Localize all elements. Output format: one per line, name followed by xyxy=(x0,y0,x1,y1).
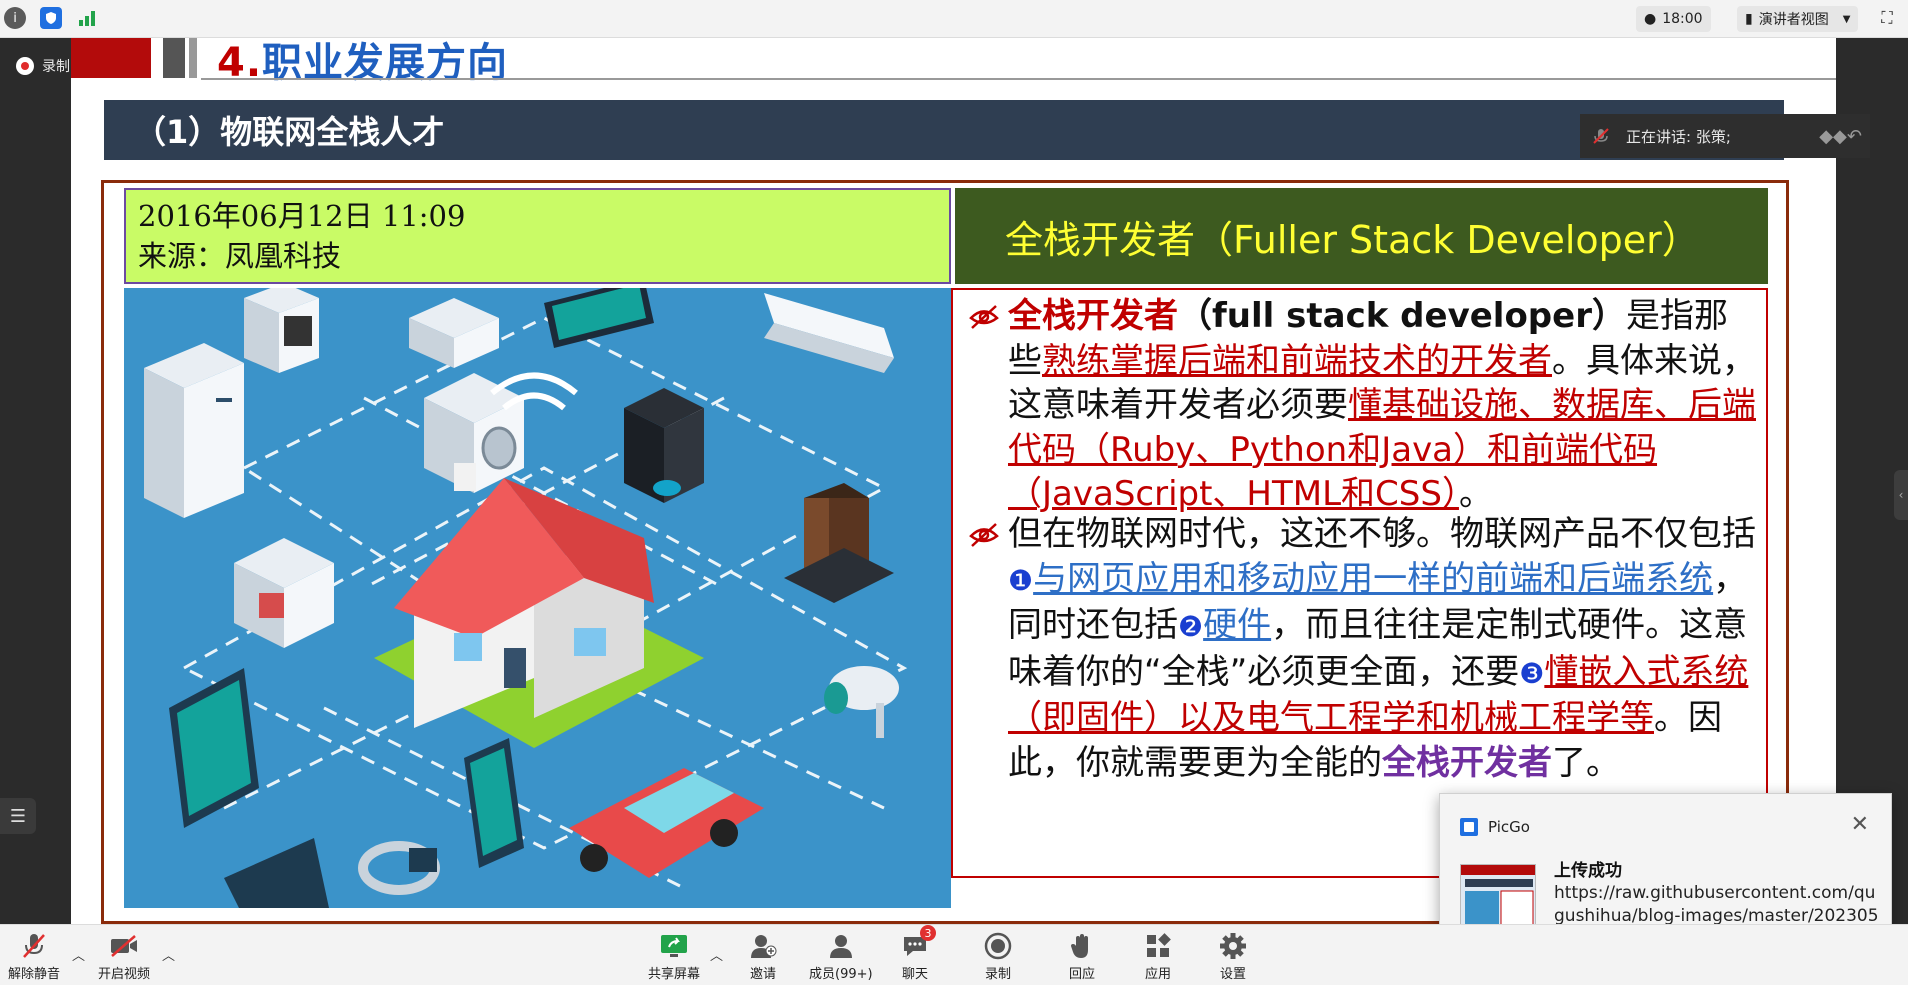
share-label: 共享屏幕 xyxy=(648,967,701,982)
hand-icon: ◆◆↶ xyxy=(1819,125,1862,147)
number-two: ❷ xyxy=(1178,610,1204,643)
divider xyxy=(201,78,1836,80)
signal-icon[interactable] xyxy=(76,7,98,29)
chevron-up-icon[interactable]: ︿ xyxy=(710,945,723,964)
apps-label: 应用 xyxy=(1144,967,1171,982)
invite-label: 邀请 xyxy=(749,967,776,982)
slide-decoration-bars xyxy=(163,38,199,78)
date-text: 2016年06月12日 11:09 xyxy=(138,199,466,233)
left-rail xyxy=(0,38,71,924)
reaction-hand-icon xyxy=(1067,931,1097,961)
meeting-timer: ● 18:00 xyxy=(1636,6,1711,32)
shield-icon[interactable] xyxy=(40,7,62,29)
source-box: 2016年06月12日 11:09 来源：凤凰科技 xyxy=(124,188,951,284)
slide-title: 4.职业发展方向 xyxy=(217,38,508,88)
record-button[interactable]: 录制 xyxy=(983,931,1013,982)
number-one: ❶ xyxy=(1008,563,1034,597)
shared-slide: 4.职业发展方向 （1）物联网全栈人才 2016年06月12日 11:09 来源… xyxy=(71,38,1836,924)
chat-unread-badge: 3 xyxy=(920,925,936,941)
top-bar: i ● 18:00 ▮ 演讲者视图 ▼ ⛶ xyxy=(0,0,1908,38)
reactions-label: 回应 xyxy=(1068,967,1095,982)
number-three: ❸ xyxy=(1519,656,1545,690)
fullscreen-icon[interactable]: ⛶ xyxy=(1876,7,1898,29)
share-screen-button[interactable]: 共享屏幕 xyxy=(648,931,700,982)
text: 了。 xyxy=(1552,742,1620,783)
text: 。 xyxy=(1458,474,1493,514)
gear-icon xyxy=(1218,931,1248,961)
keyword-full-stack-developer: 全栈开发者 xyxy=(1008,296,1178,336)
highlight-frontend-backend: 熟练掌握后端和前端技术的开发者 xyxy=(1042,340,1552,381)
meeting-toolbar: 解除静音 ︿ 开启视频 ︿ 共享屏幕 ︿ 邀请 成员(99+) 3 聊天 录制 … xyxy=(0,924,1908,985)
source-text: 来源：凤凰科技 xyxy=(138,239,342,273)
share-screen-icon xyxy=(659,931,689,961)
paragraph-iot: 但在物联网时代，这还不够。物联网产品不仅包括 ❶与网页应用和移动应用一样的前端和后… xyxy=(969,512,1758,785)
reactions-button[interactable]: 回应 xyxy=(1067,931,1097,982)
chat-button[interactable]: 3 聊天 xyxy=(900,925,936,982)
keyword-full-stack-developer-2: 全栈开发者 xyxy=(1382,742,1552,783)
view-mode-dropdown[interactable]: ▮ 演讲者视图 ▼ xyxy=(1737,6,1859,32)
video-label: 开启视频 xyxy=(98,967,151,982)
info-icon[interactable]: i xyxy=(4,7,26,29)
highlight-hardware: 硬件 xyxy=(1203,605,1272,645)
recording-icon xyxy=(16,57,34,75)
chat-icon: 3 xyxy=(900,925,936,961)
chevron-up-icon[interactable]: ︿ xyxy=(72,945,85,964)
timer-text: 18:00 xyxy=(1662,11,1703,27)
english-term: （full stack developer） xyxy=(1178,296,1626,336)
record-icon xyxy=(983,931,1013,961)
picgo-title: 上传成功 xyxy=(1554,861,1622,881)
mic-muted-icon xyxy=(19,931,49,961)
chat-label: 聊天 xyxy=(901,967,928,982)
description-panel: 全栈开发者（full stack developer）是指那些熟练掌握后端和前端… xyxy=(951,288,1768,878)
topic-header: 全栈开发者（Fuller Stack Developer） xyxy=(955,188,1768,284)
chevron-down-icon: ▼ xyxy=(1842,13,1851,25)
members-button[interactable]: 成员(99+) xyxy=(809,931,873,982)
settings-button[interactable]: 设置 xyxy=(1218,931,1248,982)
view-mode-label: 演讲者视图 xyxy=(1758,12,1829,28)
layout-icon: ▮ xyxy=(1745,11,1753,27)
settings-label: 设置 xyxy=(1219,967,1246,982)
close-icon[interactable]: ✕ xyxy=(1851,812,1869,837)
bullet-icon xyxy=(969,305,999,329)
start-video-button[interactable]: 开启视频 xyxy=(98,931,150,982)
picgo-header: PicGo xyxy=(1460,818,1530,836)
picgo-app-name: PicGo xyxy=(1488,818,1530,836)
invite-icon xyxy=(748,931,778,961)
list-icon[interactable]: ☰ xyxy=(0,798,36,834)
picgo-logo-icon xyxy=(1460,818,1478,836)
iot-smart-home-illustration xyxy=(124,288,951,908)
highlight-software: 与网页应用和移动应用一样的前端和后端系统 xyxy=(1033,558,1714,599)
slide-decoration xyxy=(71,38,151,78)
mic-muted-icon xyxy=(1593,128,1609,144)
clock-icon: ● xyxy=(1644,11,1657,27)
bullet-icon xyxy=(969,523,999,547)
record-label: 录制 xyxy=(984,967,1011,982)
unmute-button[interactable]: 解除静音 xyxy=(8,931,60,982)
camera-off-icon xyxy=(109,931,139,961)
apps-grid-icon xyxy=(1143,931,1173,961)
invite-button[interactable]: 邀请 xyxy=(748,931,778,982)
active-speaker-indicator: 正在讲话: 张策; ◆◆↶ xyxy=(1580,114,1870,158)
collapse-panel-handle[interactable]: ‹ xyxy=(1894,470,1908,520)
chevron-up-icon[interactable]: ︿ xyxy=(162,945,175,964)
apps-button[interactable]: 应用 xyxy=(1143,931,1173,982)
members-icon xyxy=(826,931,856,961)
unmute-label: 解除静音 xyxy=(8,967,61,982)
members-label: 成员(99+) xyxy=(809,967,873,982)
text: 但在物联网时代，这还不够。物联网产品不仅包括 xyxy=(1008,514,1756,554)
paragraph-full-stack: 全栈开发者（full stack developer）是指那些熟练掌握后端和前端… xyxy=(969,294,1758,517)
speaker-name: 正在讲话: 张策; xyxy=(1626,127,1731,146)
section-banner: （1）物联网全栈人才 xyxy=(104,100,1784,160)
